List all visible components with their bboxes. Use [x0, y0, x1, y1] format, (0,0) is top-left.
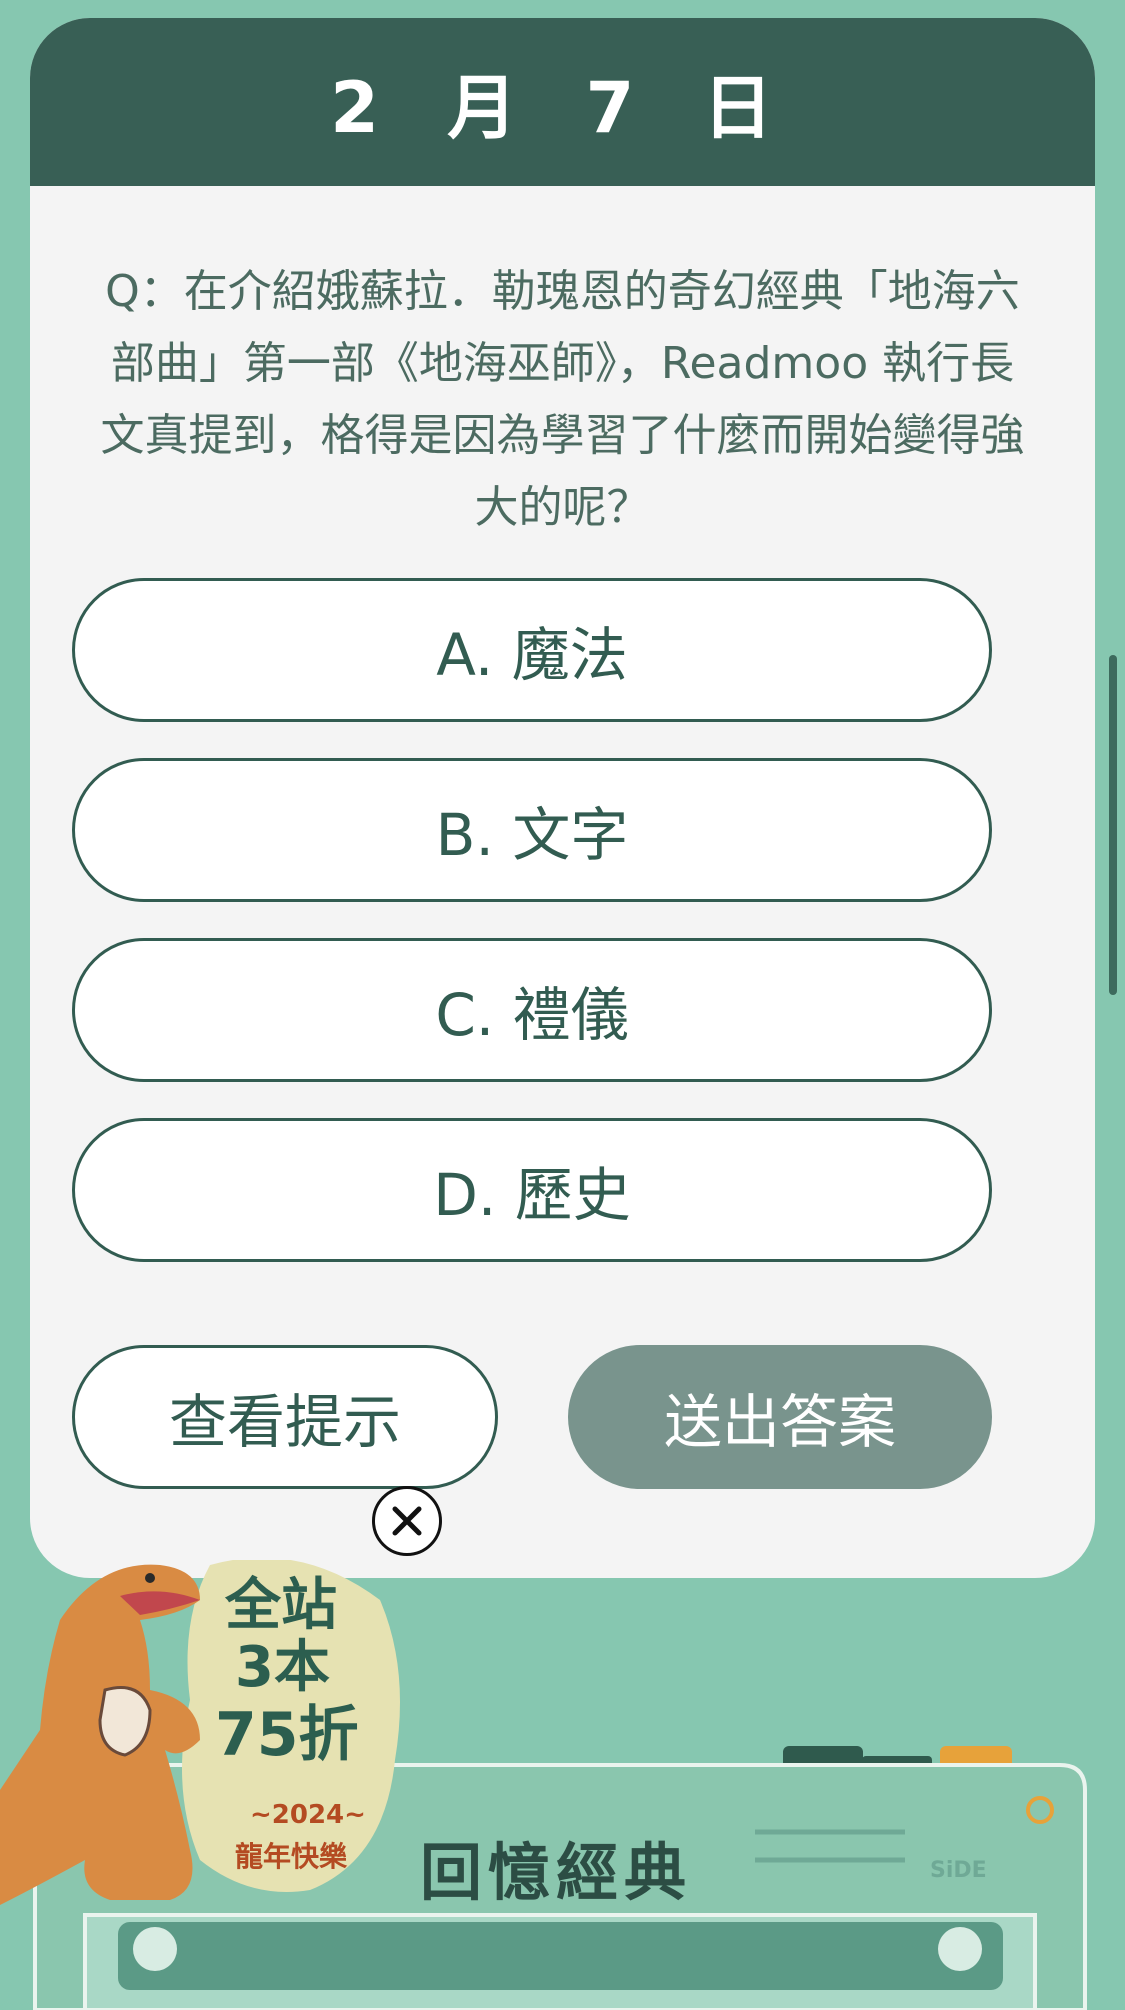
promo-line-1: 全站 [225, 1573, 337, 1638]
close-icon [392, 1506, 422, 1536]
date-header: 2 月 7 日 [30, 18, 1095, 186]
option-c-button[interactable]: C. 禮儀 [72, 938, 992, 1082]
promo-line-3: 75折 [215, 1700, 359, 1770]
option-d-button[interactable]: D. 歷史 [72, 1118, 992, 1262]
close-promo-button[interactable] [372, 1486, 442, 1556]
bottom-banner [0, 1560, 1087, 2010]
view-hint-button[interactable]: 查看提示 [72, 1345, 498, 1489]
option-a-button[interactable]: A. 魔法 [72, 578, 992, 722]
question-text: Q：在介紹娥蘇拉．勒瑰恩的奇幻經典「地海六部曲」第一部《地海巫師》，Readmo… [100, 266, 1025, 533]
answer-options: A. 魔法 B. 文字 C. 禮儀 D. 歷史 [72, 578, 992, 1298]
side-logo: SiDE [930, 1858, 987, 1883]
submit-answer-button[interactable]: 送出答案 [568, 1345, 992, 1489]
date-title: 2 月 7 日 [330, 66, 795, 149]
banner-title: 回憶經典 [420, 1836, 693, 1909]
option-b-button[interactable]: B. 文字 [72, 758, 992, 902]
scrollbar[interactable] [1109, 655, 1117, 995]
promo-greeting: 龍年快樂 [235, 1840, 348, 1873]
promo-line-2: 3本 [235, 1635, 330, 1700]
promo-year: ~2024~ [250, 1800, 366, 1830]
